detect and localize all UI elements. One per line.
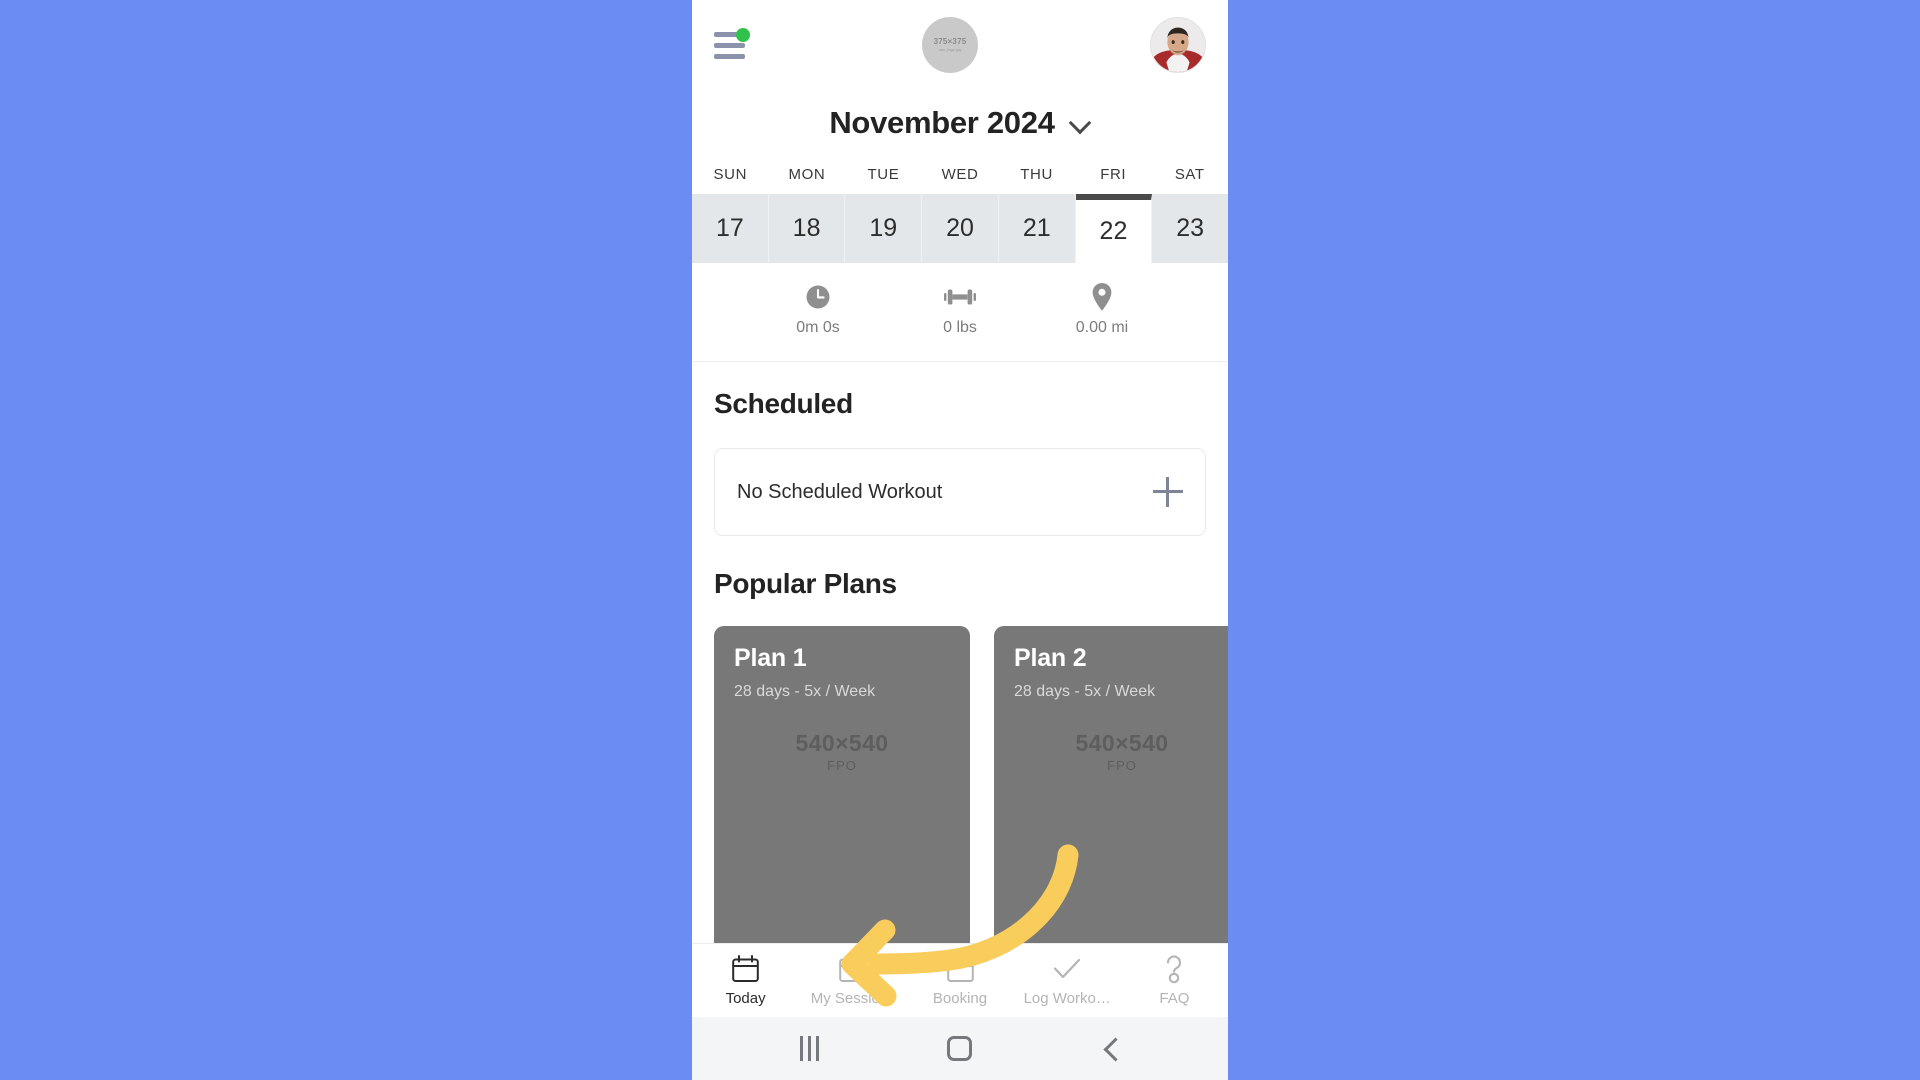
date-cell-21[interactable]: 21 — [998, 194, 1076, 263]
tab-faq[interactable]: FAQ — [1121, 954, 1228, 1007]
scheduled-empty-label: No Scheduled Workout — [737, 480, 943, 503]
dumbbell-icon — [943, 283, 977, 311]
menu-bar-3 — [714, 53, 745, 59]
plan-card-2-image-size: 540×540 — [1075, 730, 1169, 756]
tab-faq-label: FAQ — [1159, 990, 1190, 1007]
home-icon[interactable] — [932, 1029, 988, 1069]
popular-plans-section: Popular Plans — [692, 536, 1228, 600]
calendar-icon — [839, 954, 867, 984]
plan-card-1-name: Plan 1 — [734, 644, 807, 672]
stat-distance-value: 0.00 mi — [1075, 319, 1129, 336]
plan-card-2-name: Plan 2 — [1014, 644, 1087, 672]
scheduled-title: Scheduled — [714, 388, 853, 419]
calendar-icon — [732, 954, 759, 984]
stat-duration: 0m 0s — [783, 283, 853, 337]
location-pin-icon — [1091, 283, 1113, 311]
weekday-thu: THU — [1020, 166, 1053, 183]
notification-dot-icon — [736, 28, 750, 42]
plan-card-2-image-placeholder: 540×540 FPO — [994, 730, 1228, 773]
checkmark-icon — [1052, 954, 1082, 984]
weekday-wed: WED — [941, 166, 979, 183]
plan-card-2[interactable]: Plan 2 28 days - 5x / Week 540×540 FPO — [994, 626, 1228, 943]
tab-booking-label: Booking — [932, 990, 988, 1007]
plan-card-2-image-tag: FPO — [1107, 758, 1137, 773]
tab-log-workout-label: Log Worko… — [1023, 990, 1111, 1007]
stat-weight: 0 lbs — [925, 283, 995, 337]
date-cell-20[interactable]: 20 — [922, 194, 999, 263]
avatar[interactable] — [1150, 17, 1206, 73]
question-mark-icon — [1162, 954, 1186, 984]
menu-bar-2 — [714, 42, 745, 48]
logo-size-label: 375×375 — [933, 37, 967, 46]
date-strip: 17 18 19 20 21 22 23 — [692, 194, 1228, 263]
date-cell-18[interactable]: 18 — [768, 194, 846, 263]
popular-plans-carousel[interactable]: Plan 1 28 days - 5x / Week 540×540 FPO P… — [692, 626, 1228, 943]
date-cell-23[interactable]: 23 — [1152, 194, 1228, 263]
scheduled-section: Scheduled No Scheduled Workout — [692, 362, 1228, 536]
weekday-sun: SUN — [713, 166, 748, 183]
popular-plans-title: Popular Plans — [714, 568, 897, 599]
stat-duration-value: 0m 0s — [796, 319, 840, 336]
plan-card-1-meta: 28 days - 5x / Week — [734, 683, 876, 700]
daily-stats-row: 0m 0s 0 lbs 0.00 mi — [692, 263, 1228, 362]
tab-today-label: Today — [725, 990, 766, 1007]
logo-placeholder: 375×375 nav_logo.jpg — [922, 17, 978, 73]
month-label: November 2024 — [829, 105, 1055, 140]
plus-icon[interactable] — [1153, 477, 1183, 507]
plan-card-1-image-size: 540×540 — [795, 730, 889, 756]
weekday-fri: FRI — [1100, 166, 1127, 183]
home-square — [947, 1036, 973, 1061]
chevron-down-icon[interactable] — [1069, 112, 1091, 134]
stat-distance: 0.00 mi — [1067, 283, 1137, 337]
calendar-icon — [946, 954, 974, 984]
tab-booking[interactable]: Booking — [906, 954, 1013, 1007]
bottom-tab-bar: Today My Sessio… Booking Log Worko… FAQ — [692, 943, 1228, 1017]
tab-my-sessions-label: My Sessio… — [810, 990, 895, 1007]
stat-weight-value: 0 lbs — [943, 319, 977, 336]
android-system-nav — [692, 1017, 1228, 1080]
date-cell-22-selected[interactable]: 22 — [1075, 194, 1153, 263]
recents-bar-3 — [815, 1036, 819, 1061]
clock-icon — [804, 283, 832, 311]
tab-today[interactable]: Today — [692, 954, 799, 1007]
recents-icon[interactable] — [781, 1029, 837, 1069]
date-cell-17[interactable]: 17 — [692, 194, 769, 263]
month-selector[interactable]: November 2024 — [692, 90, 1228, 156]
plan-card-1[interactable]: Plan 1 28 days - 5x / Week 540×540 FPO — [714, 626, 970, 943]
app-header: 375×375 nav_logo.jpg — [692, 0, 1228, 90]
phone-frame: 375×375 nav_logo.jpg November 2024 SUN M… — [692, 0, 1228, 1080]
plan-card-1-image-placeholder: 540×540 FPO — [714, 730, 970, 773]
screen: 375×375 nav_logo.jpg November 2024 SUN M… — [0, 0, 1920, 1080]
date-cell-19[interactable]: 19 — [845, 194, 923, 263]
scheduled-empty-card[interactable]: No Scheduled Workout — [714, 448, 1206, 536]
logo-file-label: nav_logo.jpg — [938, 47, 962, 52]
recents-bar-1 — [799, 1036, 803, 1061]
weekday-mon: MON — [788, 166, 826, 183]
hamburger-menu-icon[interactable] — [714, 28, 750, 60]
recents-bar-2 — [807, 1036, 811, 1061]
weekday-tue: TUE — [867, 166, 900, 183]
plan-card-2-meta: 28 days - 5x / Week — [1014, 683, 1156, 700]
back-chevron — [1100, 1038, 1122, 1060]
plan-card-1-image-tag: FPO — [827, 758, 857, 773]
tab-my-sessions[interactable]: My Sessio… — [799, 954, 906, 1007]
back-icon[interactable] — [1083, 1029, 1139, 1069]
weekday-sat: SAT — [1174, 166, 1205, 183]
tab-log-workout[interactable]: Log Worko… — [1014, 954, 1121, 1007]
weekday-header-row: SUN MON TUE WED THU FRI SAT — [692, 156, 1228, 194]
